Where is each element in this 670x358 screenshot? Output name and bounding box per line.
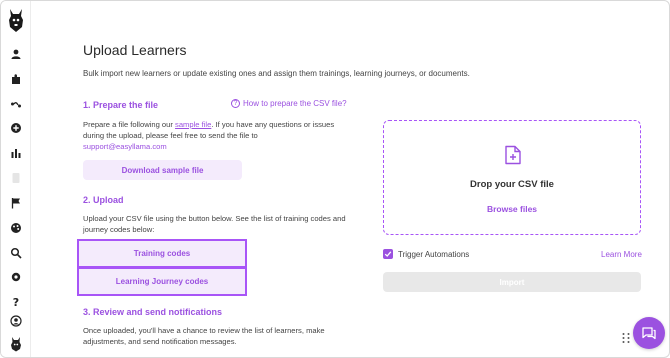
- step1-title: 1. Prepare the file: [83, 100, 159, 110]
- llama-logo-icon[interactable]: [7, 7, 25, 33]
- step3-text: Once uploaded, you'll have a chance to r…: [83, 326, 325, 346]
- step3-title: 3. Review and send notifications: [83, 307, 223, 317]
- document-icon[interactable]: [9, 171, 23, 185]
- user-icon[interactable]: [9, 47, 23, 61]
- training-codes-button[interactable]: Training codes: [77, 239, 247, 268]
- import-button[interactable]: Import: [383, 272, 641, 292]
- route-icon[interactable]: [9, 97, 23, 111]
- bar-chart-icon[interactable]: [9, 146, 23, 160]
- page-title: Upload Learners: [83, 42, 187, 58]
- question-circle-icon: ?: [231, 99, 240, 108]
- step1-text-before: Prepare a file following our: [83, 120, 176, 129]
- llama-small-icon[interactable]: [9, 335, 23, 353]
- csv-dropzone[interactable]: Drop your CSV file Browse files: [383, 120, 641, 235]
- account-icon[interactable]: [9, 314, 23, 328]
- palette-icon[interactable]: [9, 221, 23, 235]
- download-sample-button[interactable]: Download sample file: [83, 160, 242, 180]
- trigger-automations-checkbox[interactable]: [383, 249, 393, 259]
- step2-text: Upload your CSV file using the button be…: [83, 214, 346, 234]
- svg-text:?: ?: [13, 296, 19, 308]
- gear-icon[interactable]: [9, 270, 23, 284]
- app-window: ? Upload Learners Bulk import new learne…: [0, 0, 670, 358]
- browse-files-link[interactable]: Browse files: [384, 204, 640, 214]
- journey-codes-button[interactable]: Learning Journey codes: [77, 267, 247, 296]
- step1-text: Prepare a file following our sample file…: [83, 119, 353, 152]
- support-email[interactable]: support@easyllama.com: [83, 142, 167, 151]
- sidebar: ?: [1, 1, 31, 357]
- page-description: Bulk import new learners or update exist…: [83, 69, 470, 78]
- trigger-automations-label: Trigger Automations: [398, 250, 470, 259]
- file-plus-icon: [504, 145, 522, 165]
- flag-icon[interactable]: [9, 196, 23, 210]
- sample-file-link[interactable]: sample file: [175, 120, 211, 129]
- help-icon[interactable]: ?: [9, 295, 23, 309]
- learn-more-link[interactable]: Learn More: [601, 250, 642, 259]
- chat-icon: [642, 327, 656, 340]
- step2-title: 2. Upload: [83, 195, 124, 205]
- csv-help-link[interactable]: ? How to prepare the CSV file?: [231, 99, 347, 108]
- search-icon[interactable]: [9, 246, 23, 260]
- dropzone-title: Drop your CSV file: [470, 179, 554, 190]
- drag-handle-icon[interactable]: [621, 331, 631, 343]
- csv-help-label: How to prepare the CSV file?: [243, 99, 347, 108]
- chat-support-button[interactable]: [633, 317, 665, 349]
- plus-circle-icon[interactable]: [9, 121, 23, 135]
- puzzle-icon[interactable]: [9, 72, 23, 86]
